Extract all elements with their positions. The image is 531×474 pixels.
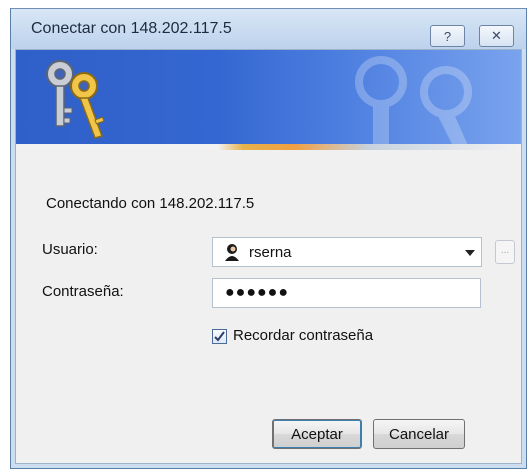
keys-icon <box>46 60 105 139</box>
title-bar[interactable]: Conectar con 148.202.117.5 ? ✕ <box>11 9 526 49</box>
remember-password-label[interactable]: Recordar contraseña <box>233 327 373 344</box>
username-label: Usuario: <box>42 241 98 258</box>
dialog-body: Conectando con 148.202.117.5 Usuario: rs… <box>15 49 522 464</box>
cancel-button[interactable]: Cancelar <box>373 419 465 449</box>
username-combobox[interactable]: rserna <box>212 237 482 267</box>
chevron-down-icon[interactable] <box>465 250 475 256</box>
password-field[interactable]: ●●●●●● <box>212 278 481 308</box>
keys-watermark-icon <box>355 56 472 148</box>
user-icon <box>225 244 239 261</box>
banner <box>16 50 521 150</box>
password-label: Contraseña: <box>42 283 124 300</box>
connecting-text: Conectando con 148.202.117.5 <box>46 195 255 212</box>
remember-password-checkbox[interactable] <box>212 329 227 344</box>
help-button[interactable]: ? <box>430 25 465 47</box>
window-title: Conectar con 148.202.117.5 <box>31 20 232 37</box>
username-value: rserna <box>249 244 292 261</box>
checkmark-icon <box>214 331 225 342</box>
password-value: ●●●●●● <box>225 284 289 301</box>
login-dialog: Conectar con 148.202.117.5 ? ✕ Conectand… <box>10 8 527 469</box>
close-button[interactable]: ✕ <box>479 25 514 47</box>
banner-accent-line <box>16 144 521 150</box>
accept-button[interactable]: Aceptar <box>272 419 362 449</box>
browse-button[interactable]: ... <box>495 240 515 264</box>
